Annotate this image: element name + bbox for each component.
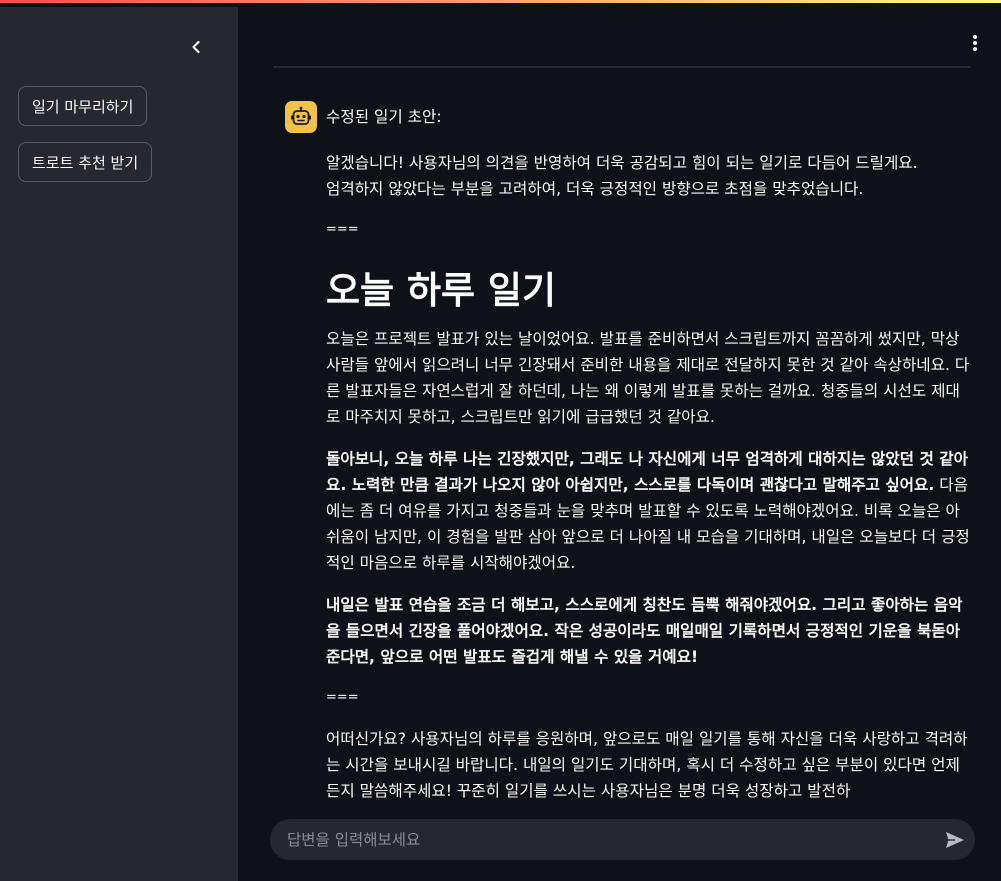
sidebar: 일기 마무리하기 트로트 추천 받기 bbox=[0, 7, 238, 881]
send-icon bbox=[946, 831, 964, 848]
chat-input-bar bbox=[270, 819, 975, 860]
message-intro: 알겠습니다! 사용자님의 의견을 반영하여 더욱 공감되고 힘이 되는 일기로 … bbox=[326, 150, 974, 202]
main-area: 수정된 일기 초안: 알겠습니다! 사용자님의 의견을 반영하여 더욱 공감되고… bbox=[238, 7, 1001, 881]
collapse-sidebar-button[interactable] bbox=[186, 37, 206, 57]
diary-paragraph-3: 내일은 발표 연습을 조금 더 해보고, 스스로에게 칭찬도 듬뿍 해줘야겠어요… bbox=[326, 596, 963, 666]
header-divider bbox=[273, 66, 971, 68]
diary-paragraph-2-bold: 돌아보니, 오늘 하루 나는 긴장했지만, 그래도 나 자신에게 너무 엄격하게… bbox=[326, 450, 968, 494]
finish-diary-button[interactable]: 일기 마무리하기 bbox=[18, 86, 148, 126]
separator: === bbox=[326, 222, 359, 237]
robot-icon bbox=[291, 106, 311, 125]
trot-recommend-button[interactable]: 트로트 추천 받기 bbox=[18, 142, 153, 182]
intro-line-1: 알겠습니다! 사용자님의 의견을 반영하여 더욱 공감되고 힘이 되는 일기로 … bbox=[326, 154, 918, 172]
chevron-left-icon bbox=[192, 40, 200, 54]
message-title: 수정된 일기 초안: bbox=[326, 108, 442, 126]
assistant-avatar bbox=[285, 101, 317, 133]
ellipsis-dot bbox=[973, 47, 977, 51]
message-outro: 어떠신가요? 사용자님의 하루를 응원하며, 앞으로도 매일 일기를 통해 자신… bbox=[326, 730, 968, 800]
intro-line-2: 엄격하지 않았다는 부분을 고려하여, 더욱 긍정적인 방향으로 초점을 맞추었… bbox=[326, 180, 864, 198]
main-menu-button[interactable] bbox=[971, 35, 979, 51]
diary-paragraph-2: 돌아보니, 오늘 하루 나는 긴장했지만, 그래도 나 자신에게 너무 엄격하게… bbox=[326, 446, 974, 576]
separator: === bbox=[326, 690, 359, 705]
assistant-message: 수정된 일기 초안: 알겠습니다! 사용자님의 의견을 반영하여 더욱 공감되고… bbox=[326, 101, 974, 804]
ellipsis-dot bbox=[973, 41, 977, 45]
send-button[interactable] bbox=[935, 819, 975, 860]
app-decoration-bar bbox=[0, 0, 1001, 7]
chat-input[interactable] bbox=[270, 819, 935, 860]
chat-message-scroll[interactable]: 수정된 일기 초안: 알겠습니다! 사용자님의 의견을 반영하여 더욱 공감되고… bbox=[326, 101, 986, 804]
vertical-ellipsis-icon bbox=[973, 35, 977, 39]
diary-title: 오늘 하루 일기 bbox=[326, 269, 557, 312]
diary-paragraph-1: 오늘은 프로젝트 발표가 있는 날이었어요. 발표를 준비하면서 스크립트까지 … bbox=[326, 330, 970, 426]
